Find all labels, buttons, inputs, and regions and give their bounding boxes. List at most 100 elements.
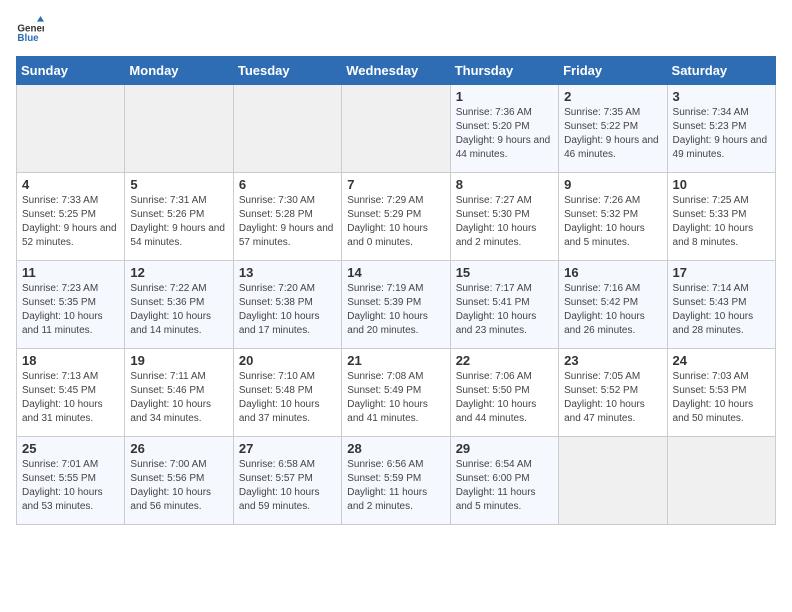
calendar-cell: 4 Sunrise: 7:33 AMSunset: 5:25 PMDayligh… <box>17 173 125 261</box>
day-number: 21 <box>347 353 444 368</box>
day-number: 20 <box>239 353 336 368</box>
calendar-cell: 19 Sunrise: 7:11 AMSunset: 5:46 PMDaylig… <box>125 349 233 437</box>
weekday-header-row: SundayMondayTuesdayWednesdayThursdayFrid… <box>17 57 776 85</box>
calendar-week-3: 18 Sunrise: 7:13 AMSunset: 5:45 PMDaylig… <box>17 349 776 437</box>
day-number: 3 <box>673 89 770 104</box>
day-number: 15 <box>456 265 553 280</box>
day-detail: Sunrise: 6:56 AMSunset: 5:59 PMDaylight:… <box>347 459 427 512</box>
day-number: 8 <box>456 177 553 192</box>
day-detail: Sunrise: 7:00 AMSunset: 5:56 PMDaylight:… <box>130 459 211 512</box>
day-detail: Sunrise: 7:05 AMSunset: 5:52 PMDaylight:… <box>564 371 645 424</box>
day-detail: Sunrise: 7:08 AMSunset: 5:49 PMDaylight:… <box>347 371 428 424</box>
day-number: 5 <box>130 177 227 192</box>
day-detail: Sunrise: 7:34 AMSunset: 5:23 PMDaylight:… <box>673 107 768 160</box>
day-detail: Sunrise: 7:13 AMSunset: 5:45 PMDaylight:… <box>22 371 103 424</box>
calendar-cell <box>233 85 341 173</box>
calendar-cell: 7 Sunrise: 7:29 AMSunset: 5:29 PMDayligh… <box>342 173 450 261</box>
day-detail: Sunrise: 7:25 AMSunset: 5:33 PMDaylight:… <box>673 195 754 248</box>
calendar-cell: 24 Sunrise: 7:03 AMSunset: 5:53 PMDaylig… <box>667 349 775 437</box>
day-number: 27 <box>239 441 336 456</box>
calendar-cell: 21 Sunrise: 7:08 AMSunset: 5:49 PMDaylig… <box>342 349 450 437</box>
day-detail: Sunrise: 7:35 AMSunset: 5:22 PMDaylight:… <box>564 107 659 160</box>
day-detail: Sunrise: 7:11 AMSunset: 5:46 PMDaylight:… <box>130 371 211 424</box>
calendar-cell: 11 Sunrise: 7:23 AMSunset: 5:35 PMDaylig… <box>17 261 125 349</box>
calendar-cell: 23 Sunrise: 7:05 AMSunset: 5:52 PMDaylig… <box>559 349 667 437</box>
weekday-header-wednesday: Wednesday <box>342 57 450 85</box>
day-number: 12 <box>130 265 227 280</box>
day-detail: Sunrise: 7:30 AMSunset: 5:28 PMDaylight:… <box>239 195 334 248</box>
weekday-header-sunday: Sunday <box>17 57 125 85</box>
day-detail: Sunrise: 7:36 AMSunset: 5:20 PMDaylight:… <box>456 107 551 160</box>
logo-icon: General Blue <box>16 16 44 44</box>
day-detail: Sunrise: 7:27 AMSunset: 5:30 PMDaylight:… <box>456 195 537 248</box>
weekday-header-saturday: Saturday <box>667 57 775 85</box>
day-number: 7 <box>347 177 444 192</box>
day-number: 26 <box>130 441 227 456</box>
calendar-cell <box>125 85 233 173</box>
day-number: 9 <box>564 177 661 192</box>
calendar-cell: 10 Sunrise: 7:25 AMSunset: 5:33 PMDaylig… <box>667 173 775 261</box>
day-number: 28 <box>347 441 444 456</box>
calendar-cell <box>17 85 125 173</box>
calendar-cell <box>559 437 667 525</box>
calendar-cell: 17 Sunrise: 7:14 AMSunset: 5:43 PMDaylig… <box>667 261 775 349</box>
calendar-cell: 26 Sunrise: 7:00 AMSunset: 5:56 PMDaylig… <box>125 437 233 525</box>
calendar-cell: 14 Sunrise: 7:19 AMSunset: 5:39 PMDaylig… <box>342 261 450 349</box>
day-number: 2 <box>564 89 661 104</box>
calendar-cell: 28 Sunrise: 6:56 AMSunset: 5:59 PMDaylig… <box>342 437 450 525</box>
svg-text:Blue: Blue <box>17 33 39 44</box>
day-detail: Sunrise: 7:03 AMSunset: 5:53 PMDaylight:… <box>673 371 754 424</box>
day-number: 23 <box>564 353 661 368</box>
day-detail: Sunrise: 7:20 AMSunset: 5:38 PMDaylight:… <box>239 283 320 336</box>
calendar-cell: 13 Sunrise: 7:20 AMSunset: 5:38 PMDaylig… <box>233 261 341 349</box>
day-detail: Sunrise: 7:31 AMSunset: 5:26 PMDaylight:… <box>130 195 225 248</box>
page-header: General Blue <box>16 16 776 44</box>
calendar-cell: 22 Sunrise: 7:06 AMSunset: 5:50 PMDaylig… <box>450 349 558 437</box>
day-number: 25 <box>22 441 119 456</box>
calendar-cell: 15 Sunrise: 7:17 AMSunset: 5:41 PMDaylig… <box>450 261 558 349</box>
calendar-cell: 12 Sunrise: 7:22 AMSunset: 5:36 PMDaylig… <box>125 261 233 349</box>
calendar-cell: 27 Sunrise: 6:58 AMSunset: 5:57 PMDaylig… <box>233 437 341 525</box>
day-number: 19 <box>130 353 227 368</box>
calendar-cell: 29 Sunrise: 6:54 AMSunset: 6:00 PMDaylig… <box>450 437 558 525</box>
day-detail: Sunrise: 7:17 AMSunset: 5:41 PMDaylight:… <box>456 283 537 336</box>
logo: General Blue <box>16 16 48 44</box>
calendar-week-4: 25 Sunrise: 7:01 AMSunset: 5:55 PMDaylig… <box>17 437 776 525</box>
day-number: 4 <box>22 177 119 192</box>
day-detail: Sunrise: 7:23 AMSunset: 5:35 PMDaylight:… <box>22 283 103 336</box>
calendar-cell <box>342 85 450 173</box>
calendar-cell <box>667 437 775 525</box>
calendar-cell: 6 Sunrise: 7:30 AMSunset: 5:28 PMDayligh… <box>233 173 341 261</box>
day-number: 29 <box>456 441 553 456</box>
day-number: 10 <box>673 177 770 192</box>
day-number: 13 <box>239 265 336 280</box>
day-number: 14 <box>347 265 444 280</box>
calendar-cell: 18 Sunrise: 7:13 AMSunset: 5:45 PMDaylig… <box>17 349 125 437</box>
day-detail: Sunrise: 6:54 AMSunset: 6:00 PMDaylight:… <box>456 459 536 512</box>
weekday-header-tuesday: Tuesday <box>233 57 341 85</box>
calendar-cell: 20 Sunrise: 7:10 AMSunset: 5:48 PMDaylig… <box>233 349 341 437</box>
weekday-header-friday: Friday <box>559 57 667 85</box>
calendar-cell: 5 Sunrise: 7:31 AMSunset: 5:26 PMDayligh… <box>125 173 233 261</box>
day-number: 16 <box>564 265 661 280</box>
day-number: 6 <box>239 177 336 192</box>
calendar-cell: 8 Sunrise: 7:27 AMSunset: 5:30 PMDayligh… <box>450 173 558 261</box>
calendar-week-1: 4 Sunrise: 7:33 AMSunset: 5:25 PMDayligh… <box>17 173 776 261</box>
day-detail: Sunrise: 6:58 AMSunset: 5:57 PMDaylight:… <box>239 459 320 512</box>
day-detail: Sunrise: 7:29 AMSunset: 5:29 PMDaylight:… <box>347 195 428 248</box>
day-detail: Sunrise: 7:10 AMSunset: 5:48 PMDaylight:… <box>239 371 320 424</box>
calendar-cell: 3 Sunrise: 7:34 AMSunset: 5:23 PMDayligh… <box>667 85 775 173</box>
day-number: 17 <box>673 265 770 280</box>
day-detail: Sunrise: 7:22 AMSunset: 5:36 PMDaylight:… <box>130 283 211 336</box>
day-number: 24 <box>673 353 770 368</box>
day-detail: Sunrise: 7:14 AMSunset: 5:43 PMDaylight:… <box>673 283 754 336</box>
calendar-cell: 25 Sunrise: 7:01 AMSunset: 5:55 PMDaylig… <box>17 437 125 525</box>
calendar-week-2: 11 Sunrise: 7:23 AMSunset: 5:35 PMDaylig… <box>17 261 776 349</box>
day-number: 1 <box>456 89 553 104</box>
weekday-header-monday: Monday <box>125 57 233 85</box>
calendar-cell: 9 Sunrise: 7:26 AMSunset: 5:32 PMDayligh… <box>559 173 667 261</box>
day-detail: Sunrise: 7:33 AMSunset: 5:25 PMDaylight:… <box>22 195 117 248</box>
day-detail: Sunrise: 7:01 AMSunset: 5:55 PMDaylight:… <box>22 459 103 512</box>
weekday-header-thursday: Thursday <box>450 57 558 85</box>
calendar-cell: 1 Sunrise: 7:36 AMSunset: 5:20 PMDayligh… <box>450 85 558 173</box>
